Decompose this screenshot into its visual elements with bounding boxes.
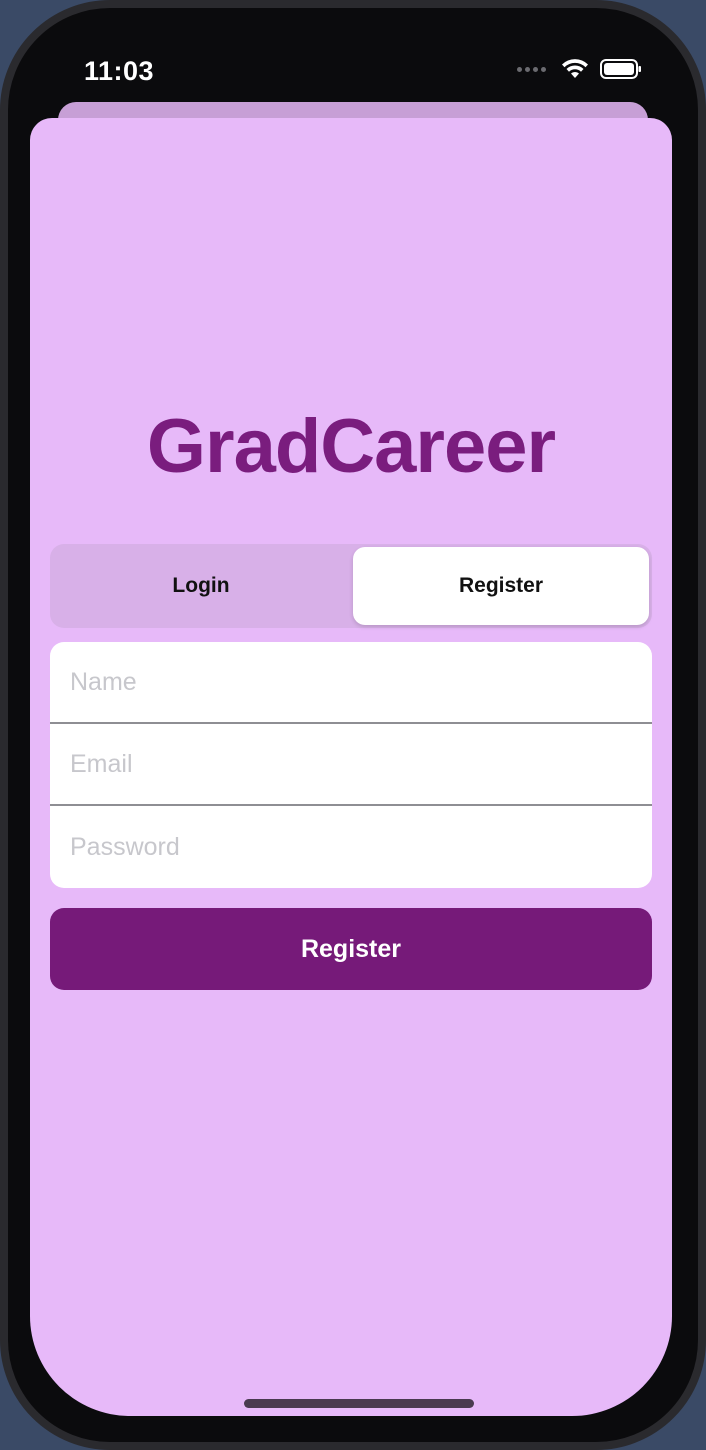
wifi-icon: [562, 59, 588, 78]
auth-sheet: GradCareer Login Register Register: [30, 118, 672, 1416]
password-field-row: [50, 806, 652, 888]
password-input[interactable]: [50, 806, 652, 888]
email-field-row: [50, 724, 652, 806]
device-frame: 11:03 GradCareer Login Register Name Ema…: [0, 0, 706, 1450]
name-field-row: [50, 642, 652, 724]
app-title: GradCareer: [146, 404, 556, 489]
cellular-signal-icon: [517, 66, 546, 72]
registration-form: [50, 642, 652, 888]
auth-mode-segmented-control: Login Register: [50, 544, 652, 628]
status-icons: [517, 58, 642, 80]
email-input[interactable]: [50, 724, 652, 804]
segment-register[interactable]: Register: [353, 547, 649, 625]
home-indicator[interactable]: [244, 1399, 474, 1408]
register-button[interactable]: Register: [50, 908, 652, 990]
status-time: 11:03: [84, 56, 155, 86]
battery-icon: [600, 59, 641, 79]
segment-login[interactable]: Login: [53, 547, 349, 625]
name-input[interactable]: [50, 642, 652, 722]
status-bar: 11:03: [8, 8, 698, 108]
